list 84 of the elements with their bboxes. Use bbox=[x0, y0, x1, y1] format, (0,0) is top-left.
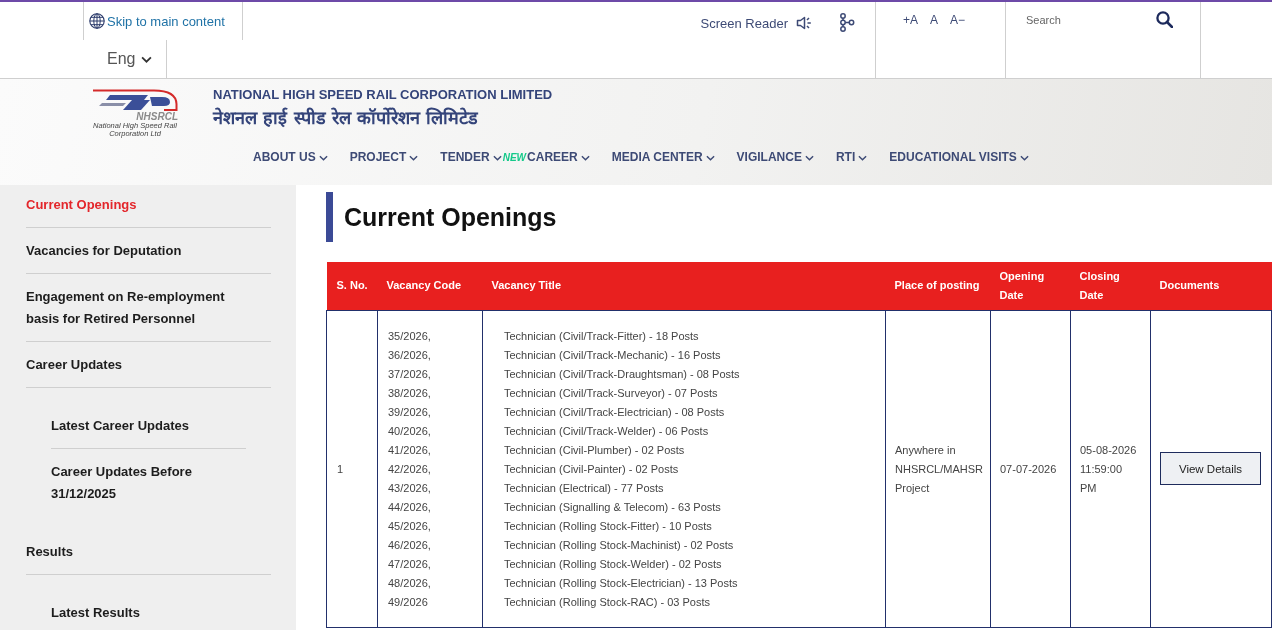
column-header: Place of posting bbox=[885, 262, 991, 310]
chevron-down-icon bbox=[141, 55, 153, 63]
page-heading: Current Openings bbox=[326, 192, 1271, 242]
text-size-button[interactable]: A− bbox=[950, 13, 966, 28]
column-header: Documents bbox=[1150, 262, 1272, 310]
chevron-down-icon bbox=[580, 154, 590, 161]
vacancy-code: 41/2026, bbox=[388, 442, 431, 458]
sidebar-link[interactable]: Engagement on Re-employment basis for Retired Personnel bbox=[26, 286, 252, 330]
column-header: Closing Date bbox=[1070, 262, 1151, 310]
organization-name-hindi: नेशनल हाई स्पीड रेल कॉर्पोरेशन लिमिटेड bbox=[213, 106, 480, 130]
sidebar-link[interactable]: Career Updates Before 31/12/2025 bbox=[51, 461, 246, 505]
screen-reader-link[interactable]: Screen Reader bbox=[700, 15, 812, 31]
vacancy-title: Technician (Rolling Stock-Machinist) - 02 Posts bbox=[504, 537, 734, 553]
table-cell: 07-07-2026 bbox=[990, 310, 1071, 627]
column-header: Vacancy Title bbox=[482, 262, 886, 310]
vacancy-code: 35/2026, bbox=[388, 328, 431, 344]
column-header: S. No. bbox=[326, 262, 378, 310]
sidebar-link[interactable]: Latest Career Updates bbox=[51, 415, 189, 437]
vacancy-code: 37/2026, bbox=[388, 366, 431, 382]
nav-link[interactable]: MEDIA CENTER bbox=[611, 150, 715, 165]
nav-link[interactable]: ABOUT US bbox=[253, 150, 328, 165]
vacancy-code: 43/2026, bbox=[388, 480, 431, 496]
vacancy-title: Technician (Signalling & Telecom) - 63 Posts bbox=[504, 499, 721, 515]
globe-icon bbox=[89, 13, 105, 29]
vacancy-code: 49/2026 bbox=[388, 594, 428, 610]
sidebar-link[interactable]: Latest Results bbox=[51, 602, 140, 624]
vacancy-title: Technician (Civil/Track-Surveyor) - 07 Posts bbox=[504, 385, 718, 401]
logo-text: NHSRCL bbox=[136, 111, 178, 122]
chevron-down-icon bbox=[1019, 154, 1029, 161]
sidebar-link[interactable]: Current Openings bbox=[26, 194, 137, 216]
nav-link[interactable]: RTI bbox=[835, 150, 868, 165]
chevron-down-icon bbox=[318, 154, 328, 161]
vacancy-code: 45/2026, bbox=[388, 518, 431, 534]
skip-link[interactable]: Skip to main content bbox=[107, 13, 225, 29]
nav-link[interactable]: CAREER bbox=[527, 150, 590, 165]
chevron-down-icon bbox=[804, 154, 814, 161]
vacancy-title: Technician (Civil/Track-Fitter) - 18 Posts bbox=[504, 328, 699, 344]
view-details-button[interactable]: View Details bbox=[1160, 452, 1261, 485]
vacancy-title: Technician (Rolling Stock-Welder) - 02 Posts bbox=[504, 556, 722, 572]
vacancy-title: Technician (Civil/Track-Welder) - 06 Posts bbox=[504, 423, 709, 439]
nav-link[interactable]: TENDER bbox=[440, 150, 502, 165]
vacancy-code: 36/2026, bbox=[388, 347, 431, 363]
chevron-down-icon bbox=[492, 154, 502, 161]
search-field[interactable]: Search bbox=[1025, 10, 1148, 30]
vacancy-code: 40/2026, bbox=[388, 423, 431, 439]
vacancy-title: Technician (Civil/Track-Draughtsman) - 08 Posts bbox=[504, 366, 740, 382]
vacancy-code: 39/2026, bbox=[388, 404, 431, 420]
vacancy-title: Technician (Civil-Painter) - 02 Posts bbox=[504, 461, 679, 477]
vacancy-code: 46/2026, bbox=[388, 537, 431, 553]
vacancy-title: Technician (Rolling Stock-Electrician) - 13 Posts bbox=[504, 575, 738, 591]
vacancy-title: Technician (Civil-Plumber) - 02 Posts bbox=[504, 442, 685, 458]
new-label: NEW bbox=[502, 151, 527, 165]
sidebar-link[interactable]: Vacancies for Deputation bbox=[26, 240, 182, 262]
organization-name: NATIONAL HIGH SPEED RAIL CORPORATION LIMITED bbox=[213, 86, 553, 104]
vacancy-code: 48/2026, bbox=[388, 575, 431, 591]
vacancy-title: Technician (Electrical) - 77 Posts bbox=[504, 480, 664, 496]
vacancy-code: 38/2026, bbox=[388, 385, 431, 401]
vacancy-title: Technician (Rolling Stock-Fitter) - 10 Posts bbox=[504, 518, 712, 534]
sidebar-link[interactable]: Results bbox=[26, 541, 73, 563]
column-header: Opening Date bbox=[990, 262, 1071, 310]
text-size-button[interactable]: A bbox=[930, 13, 939, 28]
language-dropdown[interactable]: Eng bbox=[83, 40, 167, 78]
table-cell: 1 bbox=[326, 310, 378, 627]
chevron-down-icon bbox=[409, 154, 419, 161]
sidebar-link[interactable]: Career Updates bbox=[26, 354, 123, 376]
chevron-down-icon bbox=[705, 154, 715, 161]
table-cell: 05-08-2026 11:59:00 PM bbox=[1070, 310, 1151, 627]
speaker-icon bbox=[796, 15, 812, 31]
vacancy-code: 47/2026, bbox=[388, 556, 431, 572]
nav-link[interactable]: PROJECT bbox=[349, 150, 419, 165]
rail-logo-icon bbox=[92, 88, 178, 112]
nav-link[interactable]: EDUCATIONAL VISITS bbox=[889, 150, 1029, 165]
vacancy-title: Technician (Civil/Track-Electrician) - 08 Posts bbox=[504, 404, 725, 420]
vacancy-title: Technician (Civil/Track-Mechanic) - 16 Posts bbox=[504, 347, 721, 363]
chevron-down-icon bbox=[858, 154, 868, 161]
search-icon[interactable] bbox=[1156, 11, 1173, 28]
table-cell: Anywhere in NHSRCL/MAHSR Project bbox=[885, 310, 991, 627]
vacancy-title: Technician (Rolling Stock-RAC) - 03 Posts bbox=[504, 594, 711, 610]
sitemap-icon[interactable] bbox=[839, 13, 855, 32]
vacancy-code: 42/2026, bbox=[388, 461, 431, 477]
nav-link[interactable]: VIGILANCE bbox=[736, 150, 814, 165]
vacancy-code: 44/2026, bbox=[388, 499, 431, 515]
text-size-button[interactable]: +A bbox=[903, 13, 918, 28]
column-header: Vacancy Code bbox=[377, 262, 483, 310]
